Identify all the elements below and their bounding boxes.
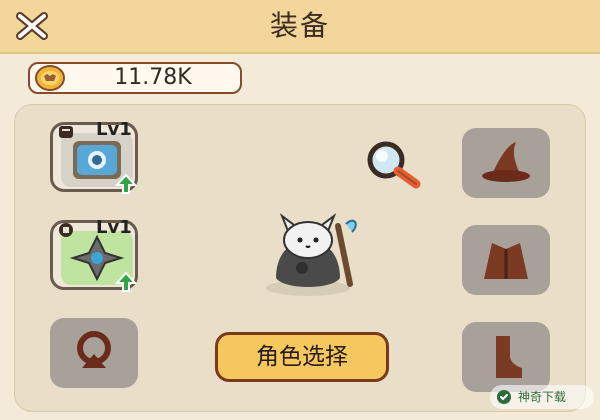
magnifier-icon[interactable] [360, 138, 432, 192]
equip-slot-ring[interactable] [50, 318, 138, 388]
slot-level: Lv1 [96, 217, 132, 238]
character-cat-avatar [266, 213, 357, 296]
boots-icon [496, 336, 522, 378]
robe-icon [484, 243, 528, 279]
wizard-hat-icon [482, 142, 530, 182]
page-title: 装备 [269, 9, 330, 42]
close-icon[interactable] [14, 10, 50, 42]
equip-slot-hat[interactable] [462, 128, 550, 198]
currency-amount: 11.78K [114, 65, 192, 90]
book-type-icon [59, 126, 73, 138]
ring-icon [77, 331, 111, 368]
coin-icon [35, 65, 65, 91]
slot-level: Lv1 [96, 119, 132, 140]
equip-slot-boots[interactable] [462, 322, 550, 392]
upgrade-arrow-icon [115, 271, 137, 292]
equip-slot-shuriken[interactable]: Lv1 [50, 217, 138, 292]
watermark-logo-icon [497, 390, 511, 404]
equip-slot-robe[interactable] [462, 225, 550, 295]
shuriken-type-icon [59, 223, 73, 237]
equip-slot-book[interactable]: Lv1 [50, 119, 138, 194]
role-select-label: 角色选择 [256, 344, 348, 370]
watermark-text: 神奇下载 [518, 390, 567, 404]
upgrade-arrow-icon [115, 173, 137, 194]
